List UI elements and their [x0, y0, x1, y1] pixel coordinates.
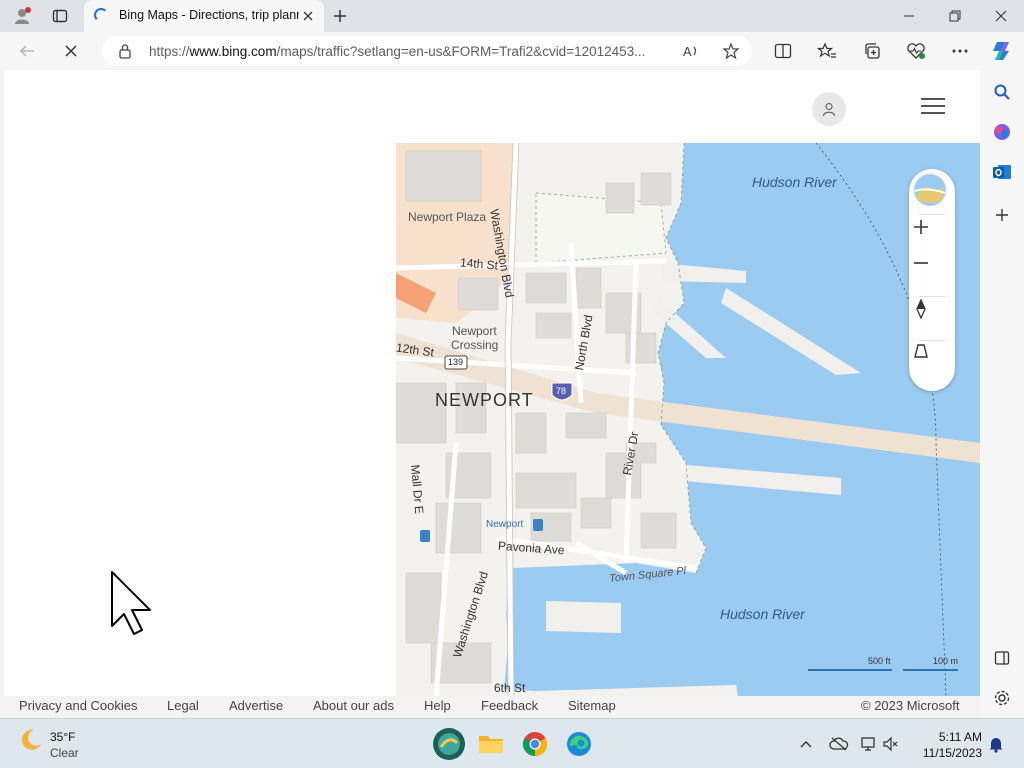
file-explorer-icon[interactable] — [474, 727, 508, 761]
interstate-78-label: 78 — [556, 386, 567, 396]
footer-link-privacy[interactable]: Privacy and Cookies — [19, 698, 138, 713]
map-style-button[interactable] — [913, 173, 951, 211]
sign-in-avatar-button[interactable] — [812, 92, 846, 126]
footer-link-feedback[interactable]: Feedback — [481, 698, 538, 713]
weather-condition: Clear — [50, 746, 79, 760]
edge-sidebar — [980, 70, 1024, 718]
footer-link-legal[interactable]: Legal — [167, 698, 199, 713]
clock-time: 5:11 AM — [938, 730, 982, 744]
map-scale: 500 ft 100 m — [808, 655, 968, 675]
tab-title: Bing Maps - Directions, trip planner... — [119, 8, 299, 22]
title-bar: Bing Maps - Directions, trip planner... — [0, 0, 1024, 32]
footer-link-help[interactable]: Help — [424, 698, 451, 713]
svg-text:A: A — [683, 44, 692, 59]
tab-actions-icon[interactable] — [50, 6, 70, 26]
back-button[interactable] — [14, 39, 40, 63]
scale-meters-bar — [903, 669, 958, 671]
map-graphics — [396, 143, 980, 696]
outlook-icon[interactable] — [990, 160, 1014, 184]
browser-essentials-icon[interactable] — [905, 40, 927, 62]
chrome-icon[interactable] — [518, 727, 552, 761]
edge-icon[interactable] — [562, 727, 596, 761]
url-path: /maps/traffic?setlang=en-us&FORM=Trafi2&… — [276, 44, 646, 59]
zoom-in-button[interactable] — [913, 219, 951, 257]
map-controls — [909, 169, 955, 391]
copilot-sidebar-icon[interactable] — [990, 120, 1014, 144]
sidebar-settings-gear-icon[interactable] — [990, 686, 1014, 710]
navigation-bar: https://www.bing.com/maps/traffic?setlan… — [0, 32, 1024, 70]
weather-widget[interactable]: 35°F Clear — [18, 727, 79, 760]
newport-plaza-label: Newport Plaza — [408, 210, 487, 224]
moon-icon — [21, 729, 41, 750]
scale-meters-label: 100 m — [933, 656, 959, 666]
url-prefix: https:// — [149, 44, 190, 59]
show-hidden-icons-chevron-icon[interactable] — [796, 734, 816, 754]
web-page: Hudson River Hudson River Newport Plaza … — [4, 70, 980, 718]
copyright-text: © 2023 Microsoft — [861, 698, 960, 713]
network-icon[interactable] — [860, 734, 880, 754]
volume-muted-icon[interactable] — [880, 734, 900, 754]
route-139-label: 139 — [448, 357, 464, 367]
tab-bing-maps[interactable]: Bing Maps - Directions, trip planner... — [84, 0, 324, 32]
footer-link-advertise[interactable]: Advertise — [229, 698, 283, 713]
scale-feet-bar — [808, 669, 892, 671]
loading-icon — [94, 8, 108, 22]
close-tab-icon[interactable] — [300, 8, 316, 24]
collections-icon[interactable] — [861, 40, 883, 62]
url-host: www.bing.com — [189, 44, 277, 59]
scale-feet-label: 500 ft — [868, 656, 891, 666]
6th-st-label: 6th St — [494, 681, 526, 695]
restore-button[interactable] — [932, 0, 978, 32]
read-aloud-icon[interactable]: A — [680, 40, 702, 62]
minimize-button[interactable] — [886, 0, 932, 32]
footer-link-sitemap[interactable]: Sitemap — [568, 698, 616, 713]
hide-sidebar-icon[interactable] — [990, 646, 1014, 670]
profile-icon[interactable] — [12, 6, 32, 26]
close-window-button[interactable] — [978, 0, 1024, 32]
system-clock[interactable]: 5:11 AM 11/15/2023 — [914, 729, 982, 761]
weather-temperature: 35°F — [50, 730, 76, 744]
favorite-star-icon[interactable] — [720, 40, 742, 62]
clock-date: 11/15/2023 — [922, 746, 982, 760]
new-tab-icon[interactable] — [330, 6, 350, 26]
hudson-river-label-top: Hudson River — [752, 174, 837, 190]
search-icon[interactable] — [990, 80, 1014, 104]
stop-loading-button[interactable] — [58, 39, 84, 63]
newport-crossing-label-2: Crossing — [451, 338, 499, 352]
app-icon-globe[interactable] — [432, 727, 466, 761]
settings-more-icon[interactable] — [949, 40, 971, 62]
newport-label: NEWPORT — [435, 390, 534, 410]
split-screen-icon[interactable] — [772, 40, 794, 62]
path-station-icon-2 — [533, 519, 543, 531]
tilt-view-icon[interactable] — [913, 343, 951, 381]
hudson-river-label-bottom: Hudson River — [720, 606, 805, 622]
newport-crossing-label-1: Newport — [452, 324, 497, 338]
page-footer: Privacy and Cookies Legal Advertise Abou… — [4, 696, 980, 718]
mouse-cursor-icon — [110, 570, 154, 643]
hamburger-menu-button[interactable] — [921, 98, 945, 118]
url-text[interactable]: https://www.bing.com/maps/traffic?setlan… — [149, 44, 674, 59]
windows-taskbar: 35°F Clear 5:11 AM 11/15/2023 — [0, 718, 1024, 768]
onedrive-icon[interactable] — [829, 734, 849, 754]
notifications-bell-icon[interactable] — [986, 734, 1006, 754]
path-station-icon-1 — [420, 530, 430, 542]
favorites-icon[interactable] — [816, 40, 838, 62]
add-sidebar-app-icon[interactable] — [990, 203, 1014, 227]
address-bar[interactable]: https://www.bing.com/maps/traffic?setlan… — [102, 36, 752, 66]
pier-5 — [546, 601, 621, 633]
lock-icon[interactable] — [118, 43, 132, 64]
zoom-out-button[interactable] — [913, 255, 951, 293]
compass-icon[interactable] — [913, 299, 951, 337]
newport-station-label: Newport — [486, 519, 524, 530]
map-canvas[interactable]: Hudson River Hudson River Newport Plaza … — [396, 143, 980, 696]
copilot-icon[interactable] — [990, 38, 1016, 64]
footer-link-about-ads[interactable]: About our ads — [313, 698, 394, 713]
